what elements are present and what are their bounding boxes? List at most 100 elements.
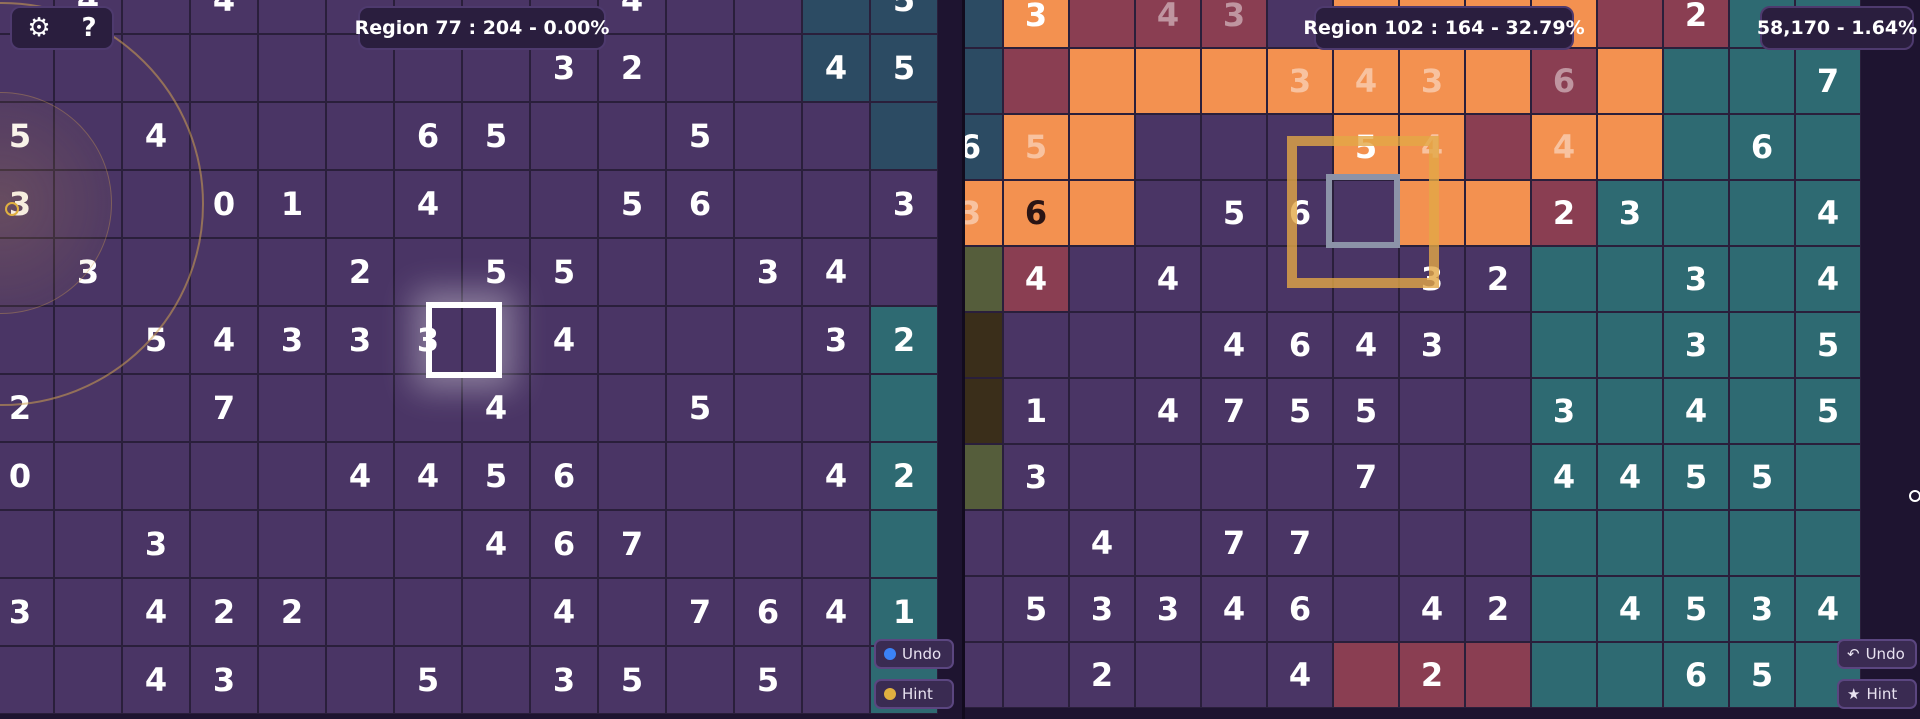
grid-cell[interactable]: 0	[0, 442, 54, 510]
grid-cell[interactable]	[1531, 642, 1597, 708]
grid-cell[interactable]	[666, 646, 734, 714]
grid-cell[interactable]: 6	[1267, 576, 1333, 642]
grid-cell[interactable]	[326, 578, 394, 646]
grid-cell[interactable]: 5	[1795, 312, 1861, 378]
grid-cell[interactable]	[1333, 246, 1399, 312]
grid-cell[interactable]	[1663, 114, 1729, 180]
grid-cell[interactable]	[870, 238, 938, 306]
gear-icon[interactable]: ⚙	[27, 13, 50, 43]
grid-cell[interactable]: 2	[326, 238, 394, 306]
grid-cell[interactable]	[1399, 180, 1465, 246]
grid-cell[interactable]: 4	[1399, 114, 1465, 180]
grid-cell[interactable]	[326, 374, 394, 442]
grid-cell[interactable]: 7	[1267, 510, 1333, 576]
grid-cell[interactable]	[1729, 312, 1795, 378]
grid-cell[interactable]	[802, 646, 870, 714]
grid-cell[interactable]: 2	[870, 442, 938, 510]
grid-cell[interactable]	[734, 306, 802, 374]
grid-cell[interactable]: 3	[258, 306, 326, 374]
grid-cell[interactable]	[965, 312, 1003, 378]
grid-cell[interactable]: 4	[802, 34, 870, 102]
grid-cell[interactable]	[1465, 312, 1531, 378]
grid-cell[interactable]: 2	[258, 578, 326, 646]
grid-cell[interactable]	[1333, 510, 1399, 576]
grid-cell[interactable]	[1267, 246, 1333, 312]
grid-cell[interactable]	[734, 170, 802, 238]
grid-cell[interactable]	[54, 102, 122, 170]
grid-cell[interactable]	[530, 102, 598, 170]
grid-cell[interactable]: 5	[462, 442, 530, 510]
grid-cell[interactable]: 3	[1399, 246, 1465, 312]
grid-cell[interactable]: 5	[530, 238, 598, 306]
undo-button[interactable]: Undo	[874, 639, 954, 669]
grid-cell[interactable]: 4	[530, 306, 598, 374]
grid-cell[interactable]	[734, 34, 802, 102]
grid-cell[interactable]	[1003, 642, 1069, 708]
grid-cell[interactable]	[1597, 48, 1663, 114]
grid-cell[interactable]	[666, 34, 734, 102]
grid-cell[interactable]	[1795, 114, 1861, 180]
grid-cell[interactable]	[802, 374, 870, 442]
grid-cell[interactable]: 6	[530, 442, 598, 510]
grid-cell[interactable]: 6	[530, 510, 598, 578]
grid-cell[interactable]	[965, 510, 1003, 576]
grid-cell[interactable]	[1267, 114, 1333, 180]
grid-cell[interactable]: 5	[666, 102, 734, 170]
grid-cell[interactable]	[1729, 510, 1795, 576]
grid-cell[interactable]: 2	[190, 578, 258, 646]
grid-cell[interactable]: 2	[1663, 0, 1729, 48]
grid-cell[interactable]	[1729, 246, 1795, 312]
grid-cell[interactable]	[258, 510, 326, 578]
grid-cell[interactable]: 4	[394, 442, 462, 510]
grid-cell[interactable]: 4	[122, 578, 190, 646]
grid-cell[interactable]	[1399, 444, 1465, 510]
grid-cell[interactable]	[1135, 510, 1201, 576]
grid-cell[interactable]	[1003, 510, 1069, 576]
grid-cell[interactable]	[54, 306, 122, 374]
grid-cell[interactable]	[870, 374, 938, 442]
grid-cell[interactable]	[326, 510, 394, 578]
grid-cell[interactable]: 4	[1003, 246, 1069, 312]
grid-cell[interactable]	[1729, 48, 1795, 114]
grid-cell[interactable]: 2	[870, 306, 938, 374]
grid-cell[interactable]: 3	[1003, 444, 1069, 510]
grid-cell[interactable]	[0, 510, 54, 578]
grid-cell[interactable]	[1333, 642, 1399, 708]
grid-cell[interactable]	[326, 102, 394, 170]
grid-cell[interactable]: 7	[598, 510, 666, 578]
grid-cell[interactable]: 0	[190, 170, 258, 238]
grid-cell[interactable]	[1201, 114, 1267, 180]
grid-cell[interactable]	[1465, 642, 1531, 708]
grid-cell[interactable]	[1135, 114, 1201, 180]
grid-cell[interactable]	[1069, 246, 1135, 312]
grid-cell[interactable]: 1	[870, 578, 938, 646]
grid-cell[interactable]	[965, 378, 1003, 444]
grid-cell[interactable]	[965, 642, 1003, 708]
grid-cell[interactable]	[1201, 246, 1267, 312]
grid-cell[interactable]	[122, 374, 190, 442]
grid-cell[interactable]: 4	[1663, 378, 1729, 444]
grid-cell[interactable]	[802, 0, 870, 34]
grid-cell[interactable]: 6	[1267, 180, 1333, 246]
grid-cell[interactable]: 5	[394, 646, 462, 714]
grid-cell[interactable]	[1003, 48, 1069, 114]
grid-cell[interactable]: 4	[462, 510, 530, 578]
grid-cell[interactable]	[1465, 378, 1531, 444]
grid-cell[interactable]: 3	[0, 170, 54, 238]
grid-cell[interactable]	[965, 576, 1003, 642]
grid-cell[interactable]	[1729, 378, 1795, 444]
grid-cell[interactable]	[1465, 510, 1531, 576]
grid-cell[interactable]	[1135, 642, 1201, 708]
grid-cell[interactable]	[462, 306, 530, 374]
grid-cell[interactable]: 1	[1003, 378, 1069, 444]
grid-cell[interactable]	[394, 238, 462, 306]
grid-cell[interactable]	[54, 374, 122, 442]
grid-cell[interactable]: 7	[1201, 510, 1267, 576]
grid-cell[interactable]	[258, 374, 326, 442]
grid-cell[interactable]	[1201, 48, 1267, 114]
grid-cell[interactable]	[1795, 444, 1861, 510]
grid-cell[interactable]	[666, 306, 734, 374]
grid-cell[interactable]	[122, 170, 190, 238]
hint-button[interactable]: Hint	[874, 679, 954, 709]
grid-cell[interactable]: 3	[734, 238, 802, 306]
